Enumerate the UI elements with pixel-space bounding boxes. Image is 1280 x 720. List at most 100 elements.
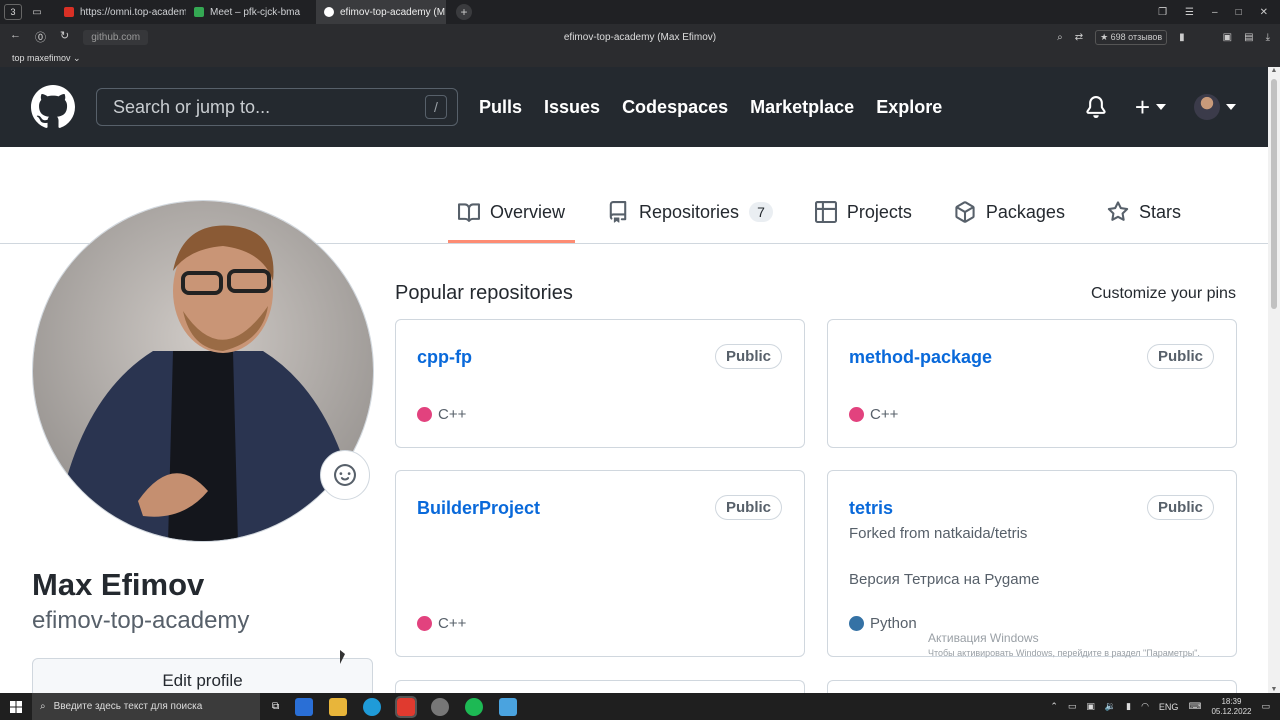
tab-label: Stars — [1138, 201, 1181, 222]
plus-icon: + — [1134, 91, 1150, 122]
tab-title: https://omni.top-academy — [80, 6, 186, 18]
popular-repos-title: Popular repositories — [395, 282, 573, 304]
customize-pins-link[interactable]: Customize your pins — [1091, 285, 1236, 303]
mouse-cursor-icon — [340, 650, 345, 664]
repo-card-cpp-fp: cpp-fp Public C++ — [395, 319, 805, 448]
close-window-icon[interactable]: ✕ — [1260, 7, 1268, 18]
browser-tab-github[interactable]: efimov-top-academy (M ✕ — [316, 0, 446, 24]
wifi-icon[interactable]: ◠ — [1141, 701, 1149, 712]
repo-count-badge: 7 — [749, 202, 773, 222]
scroll-down-icon[interactable]: ▼ — [1270, 686, 1278, 693]
repo-name-link[interactable]: cpp-fp — [417, 347, 472, 368]
windows-start-icon[interactable] — [0, 700, 32, 713]
new-window-icon[interactable]: ▭ — [28, 4, 46, 20]
visibility-badge: Public — [1146, 495, 1214, 520]
repo-language: C++ — [849, 406, 898, 423]
meet-now-icon[interactable]: ▣ — [1086, 701, 1095, 712]
task-view-icon[interactable]: ⧉ — [272, 701, 279, 712]
table-icon — [814, 201, 837, 223]
yandex-browser-app-icon[interactable] — [395, 695, 418, 718]
language-color-dot — [417, 407, 432, 422]
search-input[interactable]: Search or jump to... / — [96, 88, 458, 126]
browser-tab-meet[interactable]: Meet – pfk-cjck-bma — [186, 0, 316, 24]
browser-tab-omni[interactable]: https://omni.top-academy — [56, 0, 186, 24]
page-scrollbar[interactable]: ▲ ▼ — [1268, 67, 1280, 693]
minimize-icon[interactable]: – — [1212, 7, 1218, 18]
edit-profile-button[interactable]: Edit profile — [32, 658, 373, 698]
github-favicon-icon — [324, 7, 334, 17]
profile-login: efimov-top-academy — [32, 607, 250, 634]
nav-pulls[interactable]: Pulls — [479, 97, 522, 118]
scroll-up-icon[interactable]: ▲ — [1270, 67, 1278, 74]
notifications-icon[interactable]: ▭ — [1261, 701, 1270, 712]
spotify-app-icon[interactable] — [465, 697, 484, 716]
language-label: C++ — [870, 406, 899, 423]
taskbar-search-input[interactable]: ⌕ Введите здесь текст для поиска — [32, 693, 260, 720]
network-icon[interactable]: ▭ — [1068, 701, 1077, 712]
maximize-icon[interactable]: □ — [1236, 7, 1242, 18]
nav-explore[interactable]: Explore — [876, 97, 942, 118]
scrollbar-thumb[interactable] — [1271, 79, 1277, 309]
keyboard-icon[interactable]: ⌨ — [1188, 701, 1201, 712]
microphone-icon[interactable]: ▮ — [1126, 701, 1131, 712]
repo-name-link[interactable]: BuilderProject — [417, 498, 540, 519]
clock[interactable]: 18:39 05.12.2022 — [1211, 697, 1251, 717]
paint-app-icon[interactable] — [499, 697, 518, 716]
github-logo-icon[interactable] — [31, 85, 75, 129]
chrome-app-icon[interactable] — [431, 697, 450, 716]
nav-marketplace[interactable]: Marketplace — [750, 97, 854, 118]
tab-label: Repositories — [639, 201, 740, 222]
github-header: Search or jump to... / Pulls Issues Code… — [0, 67, 1268, 147]
search-icon: ⌕ — [40, 701, 46, 712]
tab-stars[interactable]: Stars — [1097, 197, 1191, 227]
menu-icon[interactable]: ☰ — [1185, 7, 1194, 18]
chevron-up-icon[interactable]: ⌃ — [1050, 701, 1058, 712]
watermark-subtitle: Чтобы активировать Windows, перейдите в … — [928, 648, 1200, 658]
nav-issues[interactable]: Issues — [544, 97, 600, 118]
language-color-dot — [849, 616, 864, 631]
store-app-icon[interactable] — [295, 697, 314, 716]
forked-from-link[interactable]: Forked from natkaida/tetris — [849, 525, 1027, 542]
browser-tabbar: 3 ▭ https://omni.top-academy Meet – pfk-… — [0, 0, 1280, 24]
meet-favicon-icon — [194, 7, 204, 17]
visibility-badge: Public — [714, 495, 782, 520]
tab-overview[interactable]: Overview — [448, 197, 576, 243]
nav-codespaces[interactable]: Codespaces — [622, 97, 728, 118]
language-label: C++ — [438, 615, 467, 632]
bookmark-window-icon[interactable]: ❐ — [1158, 7, 1167, 18]
user-menu-dropdown[interactable] — [1194, 94, 1236, 120]
language-indicator[interactable]: ENG — [1159, 702, 1179, 712]
create-new-dropdown[interactable]: + — [1135, 92, 1166, 123]
language-label: C++ — [438, 406, 467, 423]
repo-description: Версия Тетриса на Pygame — [849, 571, 1040, 588]
tab-projects[interactable]: Projects — [805, 197, 922, 227]
clock-time: 18:39 — [1221, 696, 1242, 706]
explorer-app-icon[interactable] — [329, 697, 348, 716]
tab-repositories[interactable]: Repositories 7 — [597, 197, 783, 227]
header-actions: + — [1085, 92, 1236, 123]
profile-avatar[interactable] — [32, 200, 374, 542]
chevron-down-icon — [1156, 104, 1166, 110]
tab-label: Projects — [846, 201, 912, 222]
notifications-bell-icon[interactable] — [1085, 96, 1107, 118]
tab-packages[interactable]: Packages — [944, 197, 1075, 227]
repo-name-link[interactable]: tetris — [849, 498, 893, 519]
repo-language: Python — [849, 615, 917, 632]
new-tab-icon[interactable]: + — [456, 4, 472, 20]
bookmarks-bar: top maxefimov ⌄ — [0, 50, 1280, 67]
repo-name-link[interactable]: method-package — [849, 347, 992, 368]
volume-icon[interactable]: 🔉 — [1105, 701, 1116, 712]
windows-taskbar: ⌕ Введите здесь текст для поиска ⧉ ⌃ ▭ ▣… — [0, 693, 1280, 720]
smiley-icon — [334, 464, 356, 486]
repo-card-builderproject: BuilderProject Public C++ — [395, 470, 805, 657]
edge-app-icon[interactable] — [363, 697, 382, 716]
tab-title: efimov-top-academy (M — [340, 6, 446, 18]
window-controls: ❐ ☰ – □ ✕ — [1158, 7, 1280, 18]
windows-activation-watermark: Активация Windows Чтобы активировать Win… — [928, 631, 1200, 658]
omni-favicon-icon — [64, 7, 74, 17]
set-status-button[interactable] — [320, 450, 370, 500]
search-shortcut-key: / — [425, 95, 447, 119]
bookmark-folder[interactable]: top maxefimov ⌄ — [12, 53, 81, 64]
tab-counter[interactable]: 3 — [4, 4, 22, 20]
search-placeholder: Search or jump to... — [113, 96, 271, 117]
